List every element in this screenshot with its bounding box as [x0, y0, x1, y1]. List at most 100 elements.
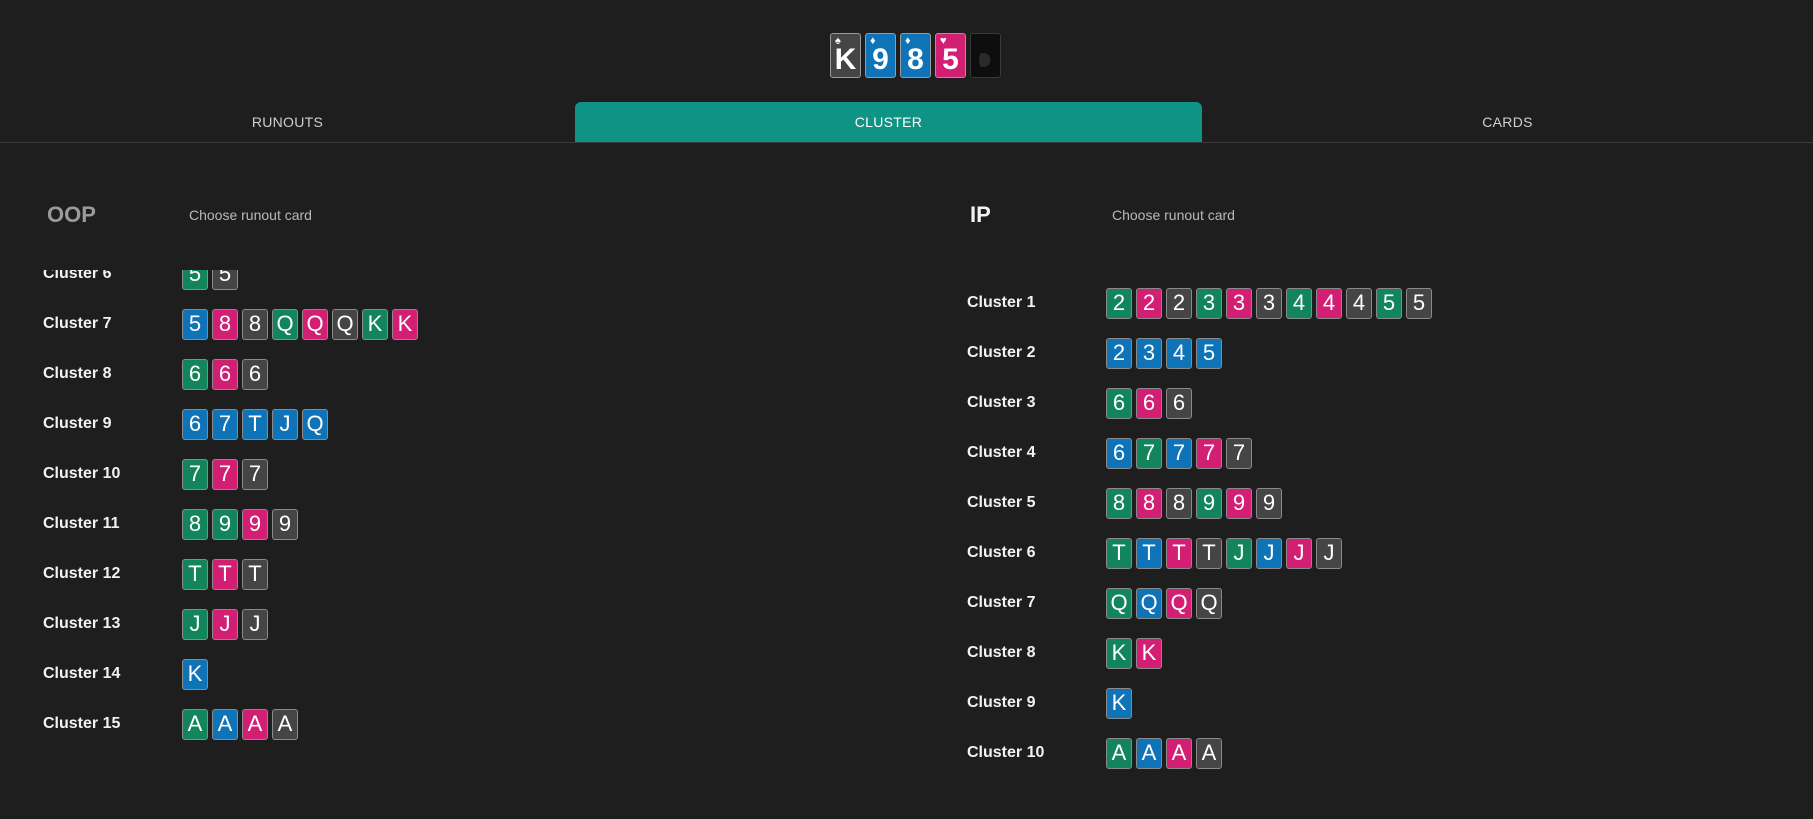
cluster-row: Cluster 2 2345 [967, 328, 1813, 378]
runout-card[interactable]: 2 [1106, 287, 1132, 319]
oop-cluster-list[interactable]: Cluster 6 5 5 Cluster 7 5 8 8 Q Q Q K K Cluster 8666… [0, 270, 910, 819]
runout-card[interactable]: A [1196, 737, 1222, 769]
suit-icon: ♠ [835, 35, 841, 47]
runout-card[interactable]: K [1106, 687, 1132, 719]
runout-card[interactable]: 6 [182, 358, 208, 390]
runout-card[interactable]: J [1286, 537, 1312, 569]
cluster-cards: 666 [1106, 387, 1192, 419]
runout-card[interactable]: Q [1106, 587, 1132, 619]
runout-card[interactable]: J [272, 408, 298, 440]
runout-card[interactable]: 4 [1166, 337, 1192, 369]
runout-card[interactable]: 3 [1256, 287, 1282, 319]
runout-card[interactable]: 2 [1166, 287, 1192, 319]
runout-card[interactable]: Q [302, 408, 328, 440]
runout-card[interactable]: A [242, 708, 268, 740]
runout-card[interactable]: A [1166, 737, 1192, 769]
runout-card[interactable]: A [182, 708, 208, 740]
cluster-cards: QQQQ [1106, 587, 1222, 619]
ip-runout-chooser[interactable]: Choose runout card [1112, 207, 1235, 223]
tab-cards[interactable]: CARDS [1202, 102, 1813, 142]
runout-card[interactable]: 5 [182, 308, 208, 340]
board-card: ♦ 9 [865, 33, 896, 78]
cluster-row: Cluster 11 8 9 9 9 [43, 499, 910, 549]
runout-card[interactable]: 5 [212, 270, 238, 290]
runout-card[interactable]: K [1106, 637, 1132, 669]
runout-card[interactable]: A [272, 708, 298, 740]
runout-card[interactable]: 7 [1166, 437, 1192, 469]
runout-card[interactable]: T [182, 558, 208, 590]
runout-card[interactable]: T [212, 558, 238, 590]
runout-card[interactable]: 7 [182, 458, 208, 490]
runout-card[interactable]: 2 [1136, 287, 1162, 319]
runout-card[interactable]: J [212, 608, 238, 640]
runout-card[interactable]: J [1256, 537, 1282, 569]
runout-card[interactable]: Q [332, 308, 358, 340]
runout-card[interactable]: 6 [1136, 387, 1162, 419]
runout-card[interactable]: 9 [212, 508, 238, 540]
runout-card[interactable]: 7 [242, 458, 268, 490]
runout-card[interactable]: 8 [1166, 487, 1192, 519]
runout-card[interactable]: 9 [1226, 487, 1252, 519]
runout-card[interactable]: T [1166, 537, 1192, 569]
runout-card[interactable]: 8 [212, 308, 238, 340]
runout-card[interactable]: 8 [1106, 487, 1132, 519]
runout-card[interactable]: J [1316, 537, 1342, 569]
runout-card[interactable]: K [1136, 637, 1162, 669]
runout-card[interactable]: 9 [1196, 487, 1222, 519]
runout-card[interactable]: 8 [1136, 487, 1162, 519]
runout-card[interactable]: Q [302, 308, 328, 340]
tab-runouts[interactable]: RUNOUTS [0, 102, 575, 142]
runout-card[interactable]: 2 [1106, 337, 1132, 369]
runout-card[interactable]: K [362, 308, 388, 340]
runout-card[interactable]: 4 [1346, 287, 1372, 319]
runout-card[interactable]: 7 [212, 458, 238, 490]
runout-card[interactable]: Q [272, 308, 298, 340]
ip-cluster-list[interactable]: Cluster 1 2 2 2 3 3 3 4 4 4 5 5 Cluster 2 2 3 4 5 Cluster… [923, 278, 1813, 819]
runout-card[interactable]: 9 [272, 508, 298, 540]
runout-card[interactable]: Q [1136, 587, 1162, 619]
runout-card[interactable]: 7 [1226, 437, 1252, 469]
runout-card[interactable]: A [1136, 737, 1162, 769]
runout-card[interactable]: 3 [1226, 287, 1252, 319]
runout-card[interactable]: J [1226, 537, 1252, 569]
runout-card[interactable]: T [1106, 537, 1132, 569]
tab-cluster[interactable]: CLUSTER [575, 102, 1202, 142]
runout-card[interactable]: 7 [1136, 437, 1162, 469]
runout-card[interactable]: 6 [1166, 387, 1192, 419]
runout-card[interactable]: Q [1196, 587, 1222, 619]
runout-card[interactable]: 3 [1196, 287, 1222, 319]
runout-card[interactable]: J [242, 608, 268, 640]
runout-card[interactable]: 9 [1256, 487, 1282, 519]
runout-card[interactable]: 6 [242, 358, 268, 390]
runout-card[interactable]: K [392, 308, 418, 340]
runout-card[interactable]: 9 [242, 508, 268, 540]
runout-card[interactable]: K [182, 658, 208, 690]
runout-card[interactable]: 6 [1106, 387, 1132, 419]
runout-card[interactable]: A [1106, 737, 1132, 769]
runout-card[interactable]: 6 [1106, 437, 1132, 469]
runout-card[interactable]: 7 [212, 408, 238, 440]
runout-card[interactable]: 7 [1196, 437, 1222, 469]
runout-card[interactable]: T [1196, 537, 1222, 569]
runout-card[interactable]: 8 [182, 508, 208, 540]
cluster-row: Cluster 467777 [967, 428, 1813, 478]
runout-card[interactable]: J [182, 608, 208, 640]
runout-card[interactable]: 5 [182, 270, 208, 290]
runout-card[interactable]: A [212, 708, 238, 740]
runout-card[interactable]: T [1136, 537, 1162, 569]
runout-card[interactable]: 5 [1406, 287, 1432, 319]
runout-card[interactable]: 6 [182, 408, 208, 440]
runout-card[interactable]: 6 [212, 358, 238, 390]
runout-card[interactable]: Q [1166, 587, 1192, 619]
oop-runout-chooser[interactable]: Choose runout card [189, 207, 312, 223]
runout-card[interactable]: 5 [1196, 337, 1222, 369]
cluster-row: Cluster 9 67TJQ [43, 399, 910, 449]
runout-card[interactable]: T [242, 558, 268, 590]
runout-card[interactable]: 8 [242, 308, 268, 340]
runout-card[interactable]: 5 [1376, 287, 1402, 319]
runout-card[interactable]: T [242, 408, 268, 440]
runout-card[interactable]: 4 [1316, 287, 1342, 319]
runout-card[interactable]: 3 [1136, 337, 1162, 369]
runout-card[interactable]: 4 [1286, 287, 1312, 319]
cluster-cards: K [182, 658, 208, 690]
